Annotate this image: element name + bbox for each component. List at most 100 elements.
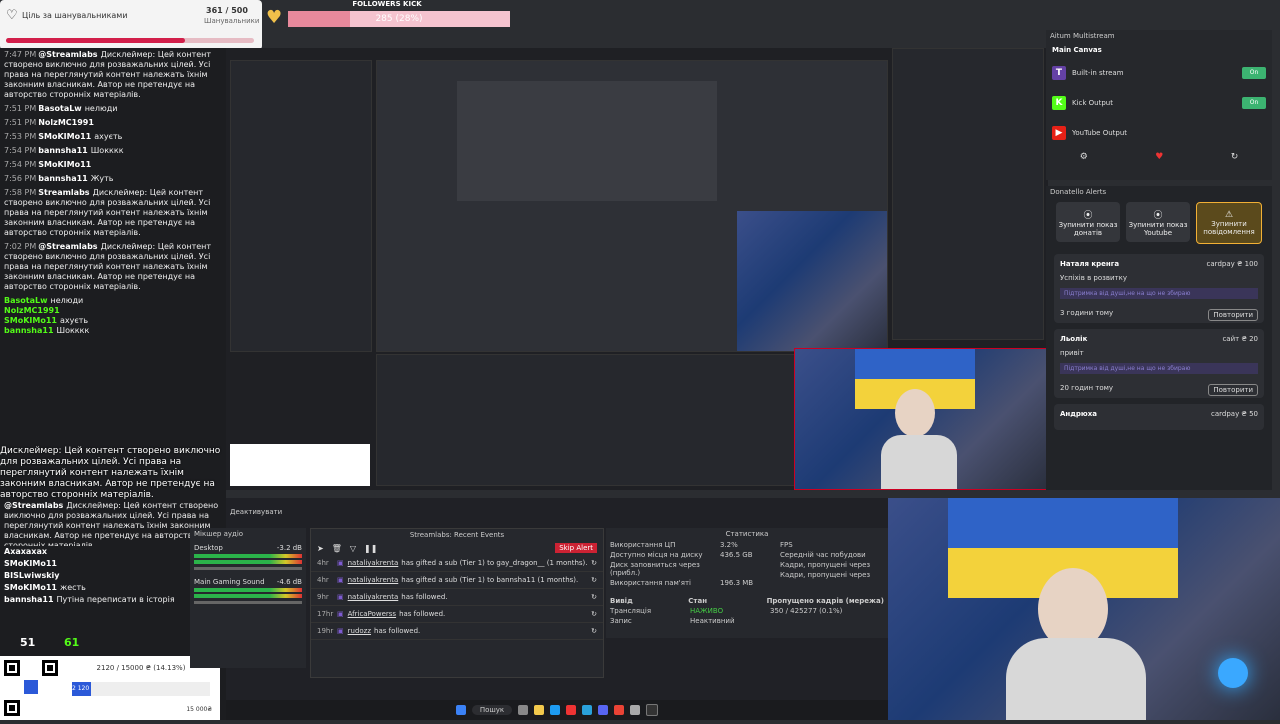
chat-message: 7:58 PM Streamlabs Дисклеймер: Цей контент… [0, 186, 226, 240]
chat-user[interactable]: bannsha11 [38, 174, 88, 183]
event-row: 19hr ▣ rudozz has followed. ↻ [311, 623, 603, 640]
table-row: Трансляція НАЖИВО 350 / 425277 (0.1%) [606, 606, 888, 616]
trash-icon[interactable]: 🗑 [332, 544, 342, 553]
event-user[interactable]: nataliyakrenta [348, 576, 399, 584]
settings-icon[interactable] [630, 705, 641, 715]
chrome-icon[interactable] [614, 705, 625, 715]
event-row: 9hr ▣ nataliyakrenta has followed. ↻ [311, 589, 603, 606]
replay-icon[interactable]: ↻ [591, 559, 597, 567]
output-name: Трансляція [610, 607, 652, 615]
multistream-panel: Aitum Multistream Main Canvas T Built-in … [1046, 30, 1272, 180]
overlay-chat: BasotaLw нелюди NolzMC1991 SMoKIMo11 ахуєть b… [0, 294, 226, 338]
replay-icon[interactable]: ↻ [591, 610, 597, 618]
donation-support: Підтримка від душі,не на що не збираю [1060, 288, 1258, 299]
output-name: Built-in stream [1072, 69, 1124, 77]
repeat-button[interactable]: Повторити [1208, 309, 1258, 321]
output-toggle[interactable]: On [1242, 67, 1266, 79]
refresh-icon[interactable]: ↻ [1231, 152, 1239, 162]
donatello-button[interactable]: ⦿ Зупинити показ донатів [1056, 202, 1120, 242]
nested-webcam [737, 211, 887, 351]
gear-icon[interactable]: ⚙ [1080, 152, 1088, 162]
platform-icon: K [1052, 96, 1066, 110]
replay-icon[interactable]: ↻ [591, 627, 597, 635]
track-db: -4.6 dB [276, 578, 302, 586]
chat-text: нелюди [84, 104, 118, 113]
obs-icon[interactable] [646, 704, 659, 716]
nested-bottom-panel [376, 354, 798, 486]
windows-start-icon[interactable] [455, 705, 466, 715]
output-state: НАЖИВО [690, 607, 724, 615]
overlay-chat-user: bannsha11 [4, 326, 54, 335]
chat-user[interactable]: SMoKIMo11 [38, 160, 91, 169]
chat-user[interactable]: Streamlabs [38, 188, 89, 197]
pause-icon[interactable]: ❚❚ [364, 544, 377, 553]
overlay-chat-message: NolzMC1991 [4, 306, 222, 316]
chat-user[interactable]: NolzMC1991 [38, 118, 94, 127]
stats-panel: Статистика Використання ЦП 3.2% Доступно м… [606, 528, 888, 638]
filter-icon[interactable]: ▽ [350, 544, 356, 553]
event-text: has gifted a sub (Tier 1) to gay_dragon_… [401, 559, 588, 567]
overlay-chat-user: NolzMC1991 [4, 306, 60, 315]
event-text: has gifted a sub (Tier 1) to bannsha11 (… [401, 576, 579, 584]
telegram-icon[interactable] [582, 705, 593, 715]
overlay-chat-message: bannsha11 Шокккк [4, 326, 222, 336]
output-state: Неактивний [690, 617, 735, 625]
dropped-frames: 350 / 425277 (0.1%) [770, 607, 843, 615]
mixer-track: Desktop -3.2 dB [190, 540, 306, 574]
event-user[interactable]: nataliyakrenta [348, 593, 399, 601]
chat-user[interactable]: SMoKIMo11 [38, 132, 91, 141]
event-age: 9hr [317, 593, 329, 601]
volume-slider[interactable] [194, 567, 302, 570]
chat-user[interactable]: BasotaLw [38, 104, 81, 113]
webcam-overlay-small [794, 348, 1048, 490]
donation-card: Андрюха cardpay ₴ 50 [1054, 404, 1264, 430]
output-toggle[interactable]: On [1242, 97, 1266, 109]
volume-meter [194, 560, 302, 564]
donatello-button[interactable]: ⚠ Зупинити повідомлення [1196, 202, 1262, 244]
donor-name: Льолік [1060, 335, 1088, 343]
file-explorer-icon[interactable] [534, 705, 545, 715]
stat-key: Доступно місця на диску [610, 551, 703, 559]
multistream-title: Aitum Multistream [1050, 32, 1115, 40]
volume-slider[interactable] [194, 601, 302, 604]
chat-user[interactable]: @Streamlabs [38, 50, 97, 59]
app-icon[interactable] [566, 705, 577, 715]
donor-name: Наталя кренга [1060, 260, 1120, 268]
stat-row: Використання ЦП 3.2% [606, 540, 776, 550]
overlay-chat-text: нелюди [50, 296, 84, 305]
donatello-button[interactable]: ⦿ Зупинити показ Youtube [1126, 202, 1190, 242]
stat-value: 196.3 MB [720, 579, 754, 587]
donation-bar-fill: 2 120 [72, 682, 92, 696]
taskbar-search[interactable]: Пошук [471, 705, 513, 715]
events-list: 4hr ▣ nataliyakrenta has gifted a sub (Tier… [311, 555, 603, 640]
event-row: 4hr ▣ nataliyakrenta has gifted a sub (Tier… [311, 572, 603, 589]
donation-message: Успіхів в розвитку [1060, 274, 1127, 282]
event-user[interactable]: AfricaPowerss [348, 610, 396, 618]
edge-icon[interactable] [550, 705, 561, 715]
send-icon[interactable]: ➤ [317, 544, 324, 553]
chat-message: 7:51 PM BasotaLw нелюди [0, 102, 226, 116]
deactivate-button[interactable]: Деактивувати [230, 508, 282, 516]
bottom-chat-user: BISLwiwskiy [4, 571, 60, 580]
event-age: 4hr [317, 559, 329, 567]
discord-icon[interactable] [598, 705, 609, 715]
output-name: Kick Output [1072, 99, 1113, 107]
repeat-button[interactable]: Повторити [1208, 384, 1258, 396]
skip-alert-button[interactable]: Skip Alert [555, 543, 597, 553]
stat-label: Кадри, пропущені через [780, 571, 871, 579]
chat-text: Шокккк [90, 146, 124, 155]
nested-obs-window [376, 60, 888, 352]
task-view-icon[interactable] [518, 705, 529, 715]
event-user[interactable]: nataliyakrenta [348, 559, 399, 567]
chat-user[interactable]: bannsha11 [38, 146, 88, 155]
heart-icon[interactable]: ♥ [1155, 152, 1163, 162]
stop-icon: ⦿ [1083, 210, 1093, 221]
output-row: T Built-in stream On [1046, 58, 1272, 88]
replay-icon[interactable]: ↻ [591, 576, 597, 584]
replay-icon[interactable]: ↻ [591, 593, 597, 601]
event-text: has followed. [399, 610, 446, 618]
chat-time: 7:47 PM [4, 50, 37, 59]
nested-preview [457, 81, 717, 201]
chat-user[interactable]: @Streamlabs [38, 242, 97, 251]
event-user[interactable]: rudozz [348, 627, 371, 635]
